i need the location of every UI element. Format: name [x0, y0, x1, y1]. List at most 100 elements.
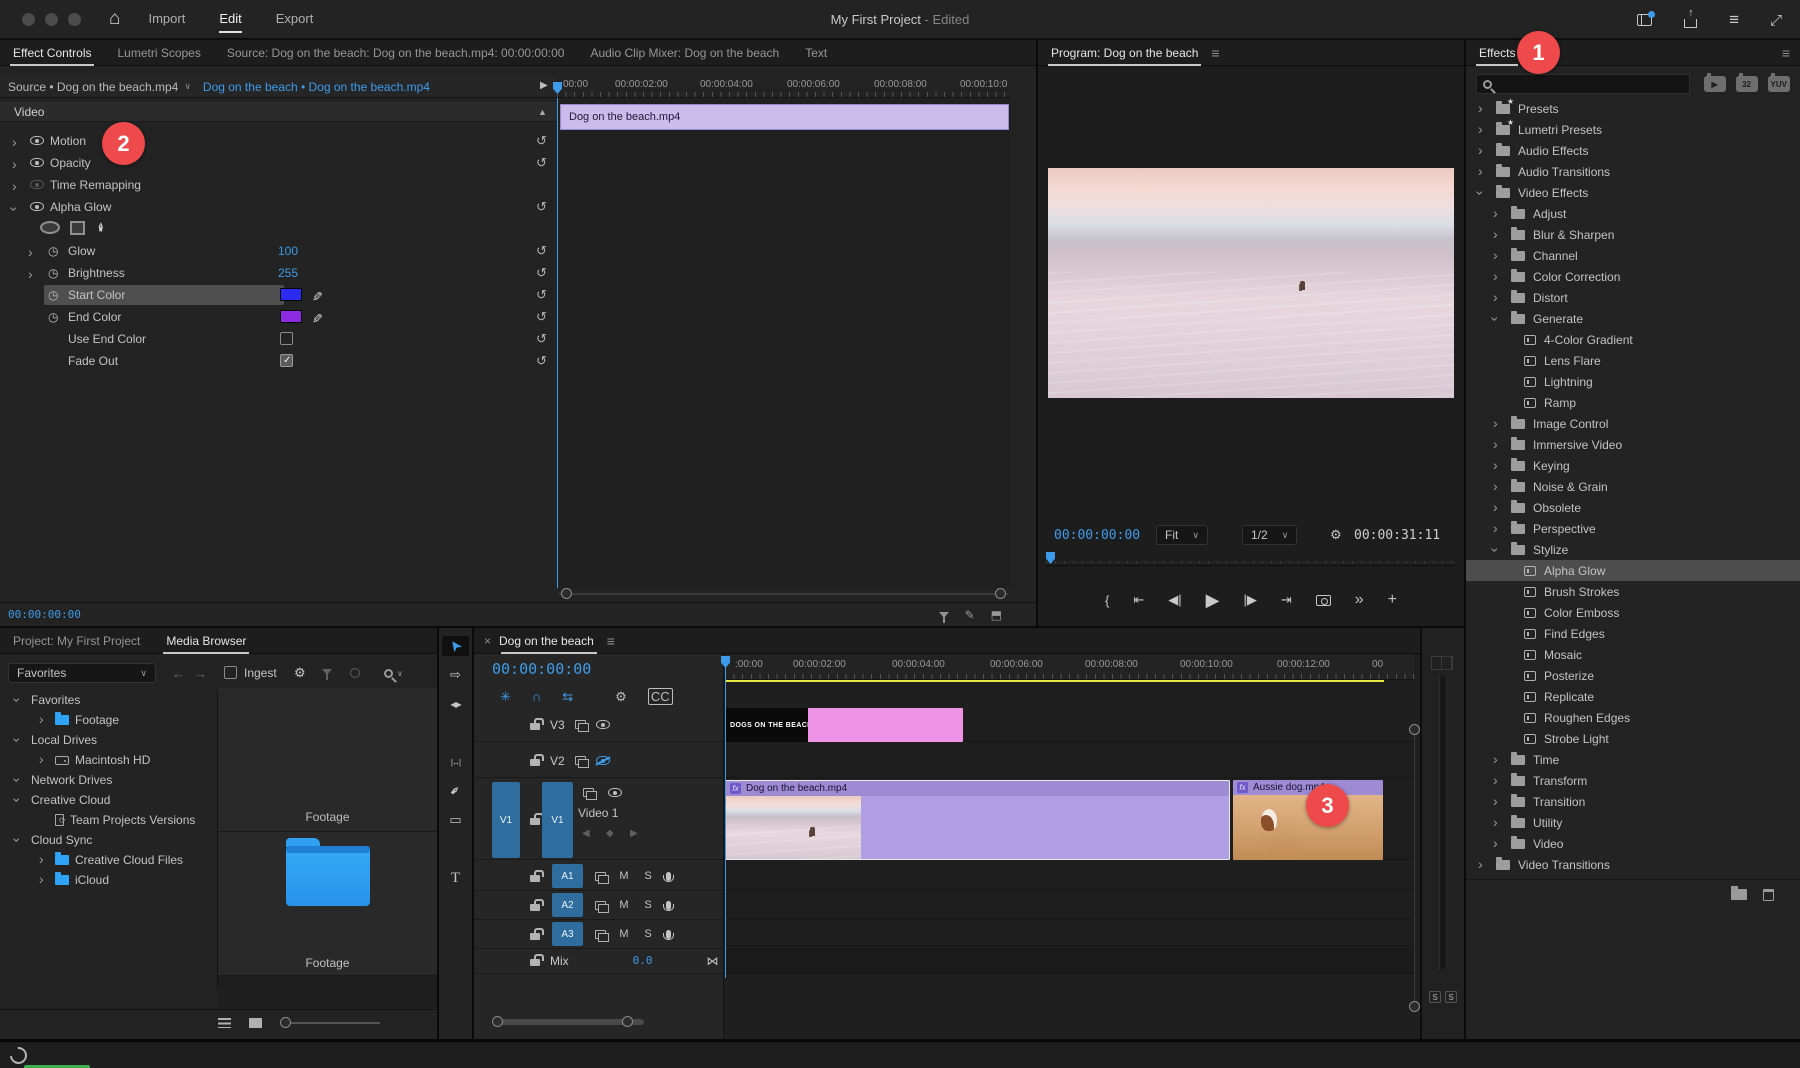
chevron-icon[interactable] — [39, 873, 49, 887]
back-icon[interactable]: ← — [172, 666, 185, 681]
eye-toggle-icon[interactable] — [30, 136, 44, 145]
effects-tree-item[interactable]: Brush Strokes — [1466, 581, 1800, 602]
program-timecode[interactable]: 00:00:00:00 — [1054, 528, 1140, 543]
use-end-color-checkbox[interactable] — [280, 332, 293, 345]
effects-tree-item[interactable]: Alpha Glow — [1466, 560, 1800, 581]
chevron-icon[interactable] — [1478, 186, 1488, 200]
voiceover-mic-icon[interactable] — [666, 930, 671, 939]
audio-track-header[interactable]: A2 M S — [474, 891, 724, 920]
chevron-icon[interactable] — [1493, 270, 1503, 284]
thumbnail-zoom-slider[interactable] — [280, 1017, 380, 1029]
pen-mask-icon[interactable] — [96, 219, 107, 235]
effects-tree-item[interactable]: Image Control — [1466, 413, 1800, 434]
solo-button[interactable]: S — [642, 870, 654, 882]
effects-tree-item[interactable]: Transform — [1466, 770, 1800, 791]
eye-toggle-icon[interactable] — [30, 180, 44, 189]
window-dot-icon[interactable] — [22, 13, 35, 26]
chevron-icon[interactable] — [1493, 249, 1503, 263]
solo-button[interactable]: S — [642, 899, 654, 911]
lock-icon[interactable] — [530, 875, 540, 882]
effect-controls-timecode[interactable]: 00:00:00:00 — [8, 608, 81, 621]
workspace-icon[interactable] — [1637, 14, 1652, 26]
voiceover-mic-icon[interactable] — [666, 901, 671, 910]
eyedropper-icon[interactable] — [312, 309, 323, 325]
effect-controls-timeline[interactable] — [557, 76, 1010, 588]
track-header-v2[interactable]: V2 — [474, 744, 724, 778]
effects-tree-item[interactable]: Video Effects — [1466, 182, 1800, 203]
param-row-end-color[interactable]: End Color — [0, 306, 557, 328]
tab-effect-controls[interactable]: Effect Controls — [0, 40, 104, 66]
mark-in-button[interactable]: { — [1105, 593, 1109, 608]
chevron-icon[interactable] — [15, 733, 25, 747]
brightness-value[interactable]: 255 — [278, 266, 298, 280]
target-patch-audio[interactable]: A3 — [552, 922, 583, 946]
nav-edit[interactable]: Edit — [219, 0, 241, 39]
reset-icon[interactable] — [536, 133, 547, 149]
graphic-clip-body[interactable] — [808, 708, 963, 742]
folder-thumbnail[interactable] — [286, 846, 370, 906]
step-forward-button[interactable]: |▶ — [1243, 592, 1256, 608]
chevron-icon[interactable] — [1478, 165, 1488, 179]
effects-tree-item[interactable]: Stylize — [1466, 539, 1800, 560]
sync-lock-icon[interactable] — [595, 930, 606, 939]
effects-tree-item[interactable]: Obsolete — [1466, 497, 1800, 518]
playback-resolution-select[interactable]: 1/2∨ — [1242, 525, 1297, 545]
effects-tree-item[interactable]: Mosaic — [1466, 644, 1800, 665]
eye-toggle-icon[interactable] — [30, 202, 44, 211]
source-clip-selector[interactable]: Source • Dog on the beach.mp4 — [8, 80, 178, 94]
lock-icon[interactable] — [530, 759, 540, 766]
pen-tool[interactable]: ✒ — [442, 781, 469, 801]
media-tree-item[interactable]: Footage — [0, 710, 217, 730]
media-tree-item[interactable]: Network Drives — [0, 770, 217, 790]
settings-wrench-icon[interactable]: ⚙ — [294, 665, 306, 681]
effects-tree-item[interactable]: Adjust — [1466, 203, 1800, 224]
stopwatch-icon[interactable] — [48, 244, 58, 258]
chevron-icon[interactable] — [39, 713, 49, 727]
type-tool[interactable]: T — [442, 868, 469, 888]
thumbnail-view-icon[interactable] — [249, 1018, 262, 1028]
effects-tree-item[interactable]: Video Transitions — [1466, 854, 1800, 875]
media-tree-item[interactable]: Creative Cloud Files — [0, 850, 217, 870]
effects-search-input[interactable] — [1476, 74, 1690, 94]
effects-tree-item[interactable]: Generate — [1466, 308, 1800, 329]
media-tree-item[interactable]: Cloud Sync — [0, 830, 217, 850]
chevron-icon[interactable] — [1493, 459, 1503, 473]
hand-tool[interactable] — [442, 839, 469, 859]
media-tree-item[interactable]: Favorites — [0, 690, 217, 710]
chevron-icon[interactable] — [1493, 312, 1503, 326]
effects-tree-item[interactable]: Color Emboss — [1466, 602, 1800, 623]
panel-menu-icon[interactable]: ≡ — [1782, 45, 1790, 61]
chevron-icon[interactable] — [1493, 774, 1503, 788]
delete-icon[interactable] — [1763, 889, 1774, 901]
chevron-icon[interactable] — [1493, 207, 1503, 221]
fullscreen-icon[interactable]: ⤢ — [1770, 12, 1782, 29]
tab-lumetri-scopes[interactable]: Lumetri Scopes — [104, 40, 213, 66]
lock-icon[interactable] — [530, 933, 540, 940]
playhead-line[interactable] — [725, 656, 726, 978]
tab-sequence[interactable]: Dog on the beach — [491, 628, 607, 654]
fx-badge-icon[interactable]: fx — [1237, 782, 1248, 793]
horizontal-scrollbar[interactable] — [492, 1016, 652, 1028]
target-patch-audio[interactable]: A1 — [552, 864, 583, 888]
wrench-icon[interactable]: ⚙ — [615, 689, 627, 705]
tab-media-browser[interactable]: Media Browser — [153, 628, 259, 654]
add-keyframe-icon[interactable]: ◆ — [606, 828, 614, 839]
solo-button[interactable]: S — [642, 928, 654, 940]
end-color-swatch[interactable] — [280, 310, 302, 323]
param-row-brightness[interactable]: Brightness 255 — [0, 262, 557, 284]
export-frame-button[interactable] — [1316, 595, 1331, 606]
scrollbar-handle[interactable] — [1409, 724, 1420, 735]
sync-lock-icon[interactable] — [575, 756, 586, 765]
target-patch-audio[interactable]: A2 — [552, 893, 583, 917]
chevron-icon[interactable] — [1493, 417, 1503, 431]
scrollbar-handle[interactable] — [561, 588, 572, 599]
chevron-icon[interactable] — [15, 773, 25, 787]
list-view-icon[interactable] — [218, 1018, 231, 1028]
reset-icon[interactable] — [536, 265, 547, 281]
effects-tree-item[interactable]: Perspective — [1466, 518, 1800, 539]
chevron-icon[interactable] — [15, 793, 25, 807]
effect-row-alpha-glow[interactable]: Alpha Glow — [0, 196, 557, 218]
video-section-header[interactable]: Video ▲ — [0, 102, 557, 122]
stopwatch-icon[interactable] — [48, 310, 58, 324]
effect-row-opacity[interactable]: Opacity — [0, 152, 557, 174]
